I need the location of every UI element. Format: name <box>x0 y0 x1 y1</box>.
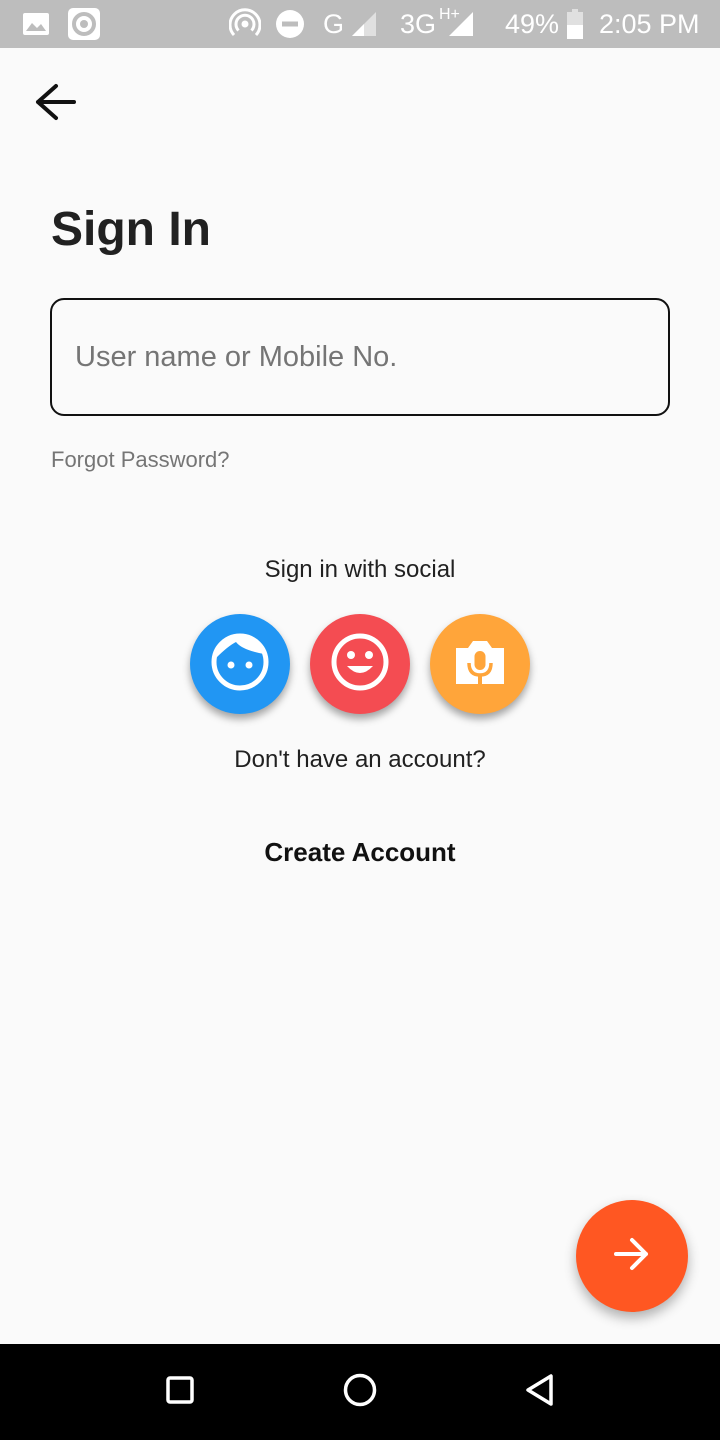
social-camera-button[interactable] <box>430 614 530 714</box>
signal-icon <box>446 0 476 48</box>
network-type-3g: 3G <box>400 9 437 39</box>
username-field-wrapper <box>50 298 670 416</box>
home-button[interactable] <box>335 1368 385 1416</box>
create-account-button[interactable]: Create Account <box>0 836 720 868</box>
home-icon <box>342 1372 378 1413</box>
next-fab-button[interactable] <box>576 1200 688 1312</box>
no-account-prompt: Don't have an account? <box>234 746 486 773</box>
face-icon <box>210 632 270 697</box>
smiley-icon <box>330 632 390 697</box>
social-smiley-button[interactable] <box>310 614 410 714</box>
back-icon <box>524 1373 556 1412</box>
camera-mic-icon <box>450 632 510 697</box>
forgot-password-link[interactable]: Forgot Password? <box>51 446 230 474</box>
back-button[interactable] <box>26 78 86 130</box>
recents-button[interactable] <box>155 1368 205 1416</box>
page-title: Sign In <box>51 203 211 256</box>
sync-icon <box>66 0 102 48</box>
nav-back-button[interactable] <box>515 1368 565 1416</box>
clock: 2:05 PM <box>599 9 700 39</box>
arrow-forward-icon <box>612 1236 652 1277</box>
do-not-disturb-icon <box>275 0 305 48</box>
network-type-g: G <box>323 9 345 39</box>
navigation-bar <box>0 1344 720 1440</box>
social-signin-label: Sign in with social <box>264 556 456 583</box>
status-bar: G 3G H+ 49% 2:05 PM <box>0 0 720 48</box>
battery-percent: 49% <box>505 9 560 39</box>
battery-icon <box>566 0 584 48</box>
signal-icon <box>350 0 378 48</box>
social-face-button[interactable] <box>190 614 290 714</box>
username-input[interactable] <box>52 300 668 414</box>
recents-icon <box>165 1375 195 1410</box>
hotspot-icon <box>228 0 262 48</box>
arrow-back-icon <box>34 82 78 127</box>
image-icon <box>22 0 50 48</box>
